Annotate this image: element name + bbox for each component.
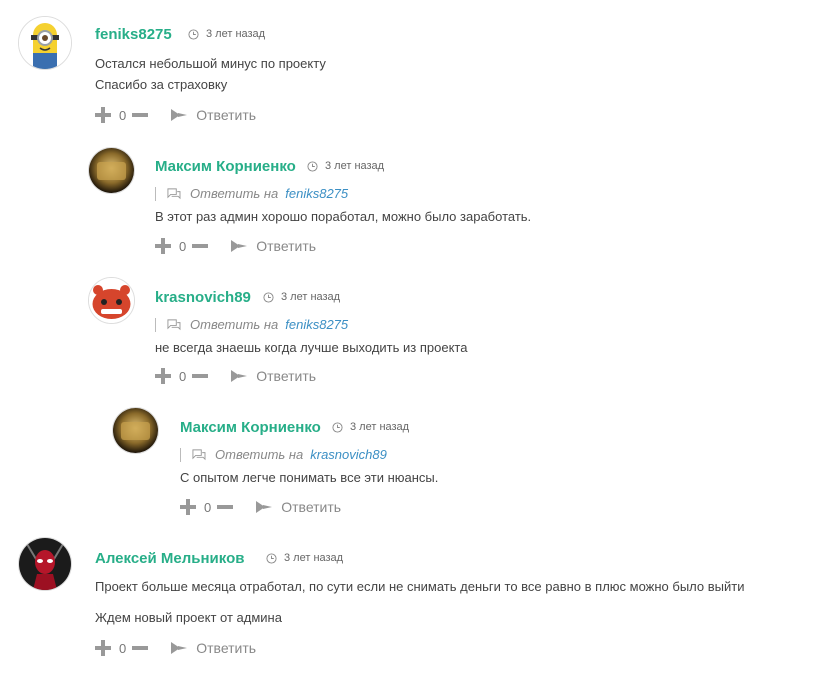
- reply-bubble-icon: [192, 449, 206, 461]
- comment-author[interactable]: Максим Корниенко: [180, 419, 321, 436]
- plus-icon[interactable]: [95, 107, 111, 123]
- avatar[interactable]: [18, 537, 72, 591]
- comment-actions: 0 Ответить: [180, 499, 341, 515]
- vote-count: 0: [179, 238, 187, 254]
- reply-button[interactable]: Ответить: [230, 238, 316, 254]
- reply-button[interactable]: Ответить: [230, 368, 316, 384]
- gold-avatar-icon: [89, 148, 134, 193]
- reply-to-author-link[interactable]: feniks8275: [285, 317, 348, 332]
- divider: [155, 186, 156, 201]
- minus-icon[interactable]: [217, 505, 234, 509]
- reply-to-label: Ответить на: [190, 317, 279, 332]
- reply-to-label: Ответить на: [190, 186, 279, 201]
- vote-count: 0: [119, 640, 127, 656]
- comment-actions: 0 Ответить: [155, 368, 316, 384]
- reply-label: Ответить: [196, 640, 257, 656]
- reply-bubble-icon: [167, 319, 181, 331]
- reply-to: Ответить на feniks8275: [155, 317, 348, 332]
- vote-count: 0: [204, 499, 212, 515]
- reply-bubble-icon: [167, 188, 181, 200]
- reply-arrow-icon: [231, 240, 248, 252]
- reply-to: Ответить на feniks8275: [155, 186, 348, 201]
- plus-icon[interactable]: [155, 238, 171, 254]
- clock-icon: [332, 421, 343, 433]
- avatar[interactable]: [18, 16, 72, 70]
- vote-count: 0: [179, 368, 187, 384]
- comment-time: 3 лет назад: [307, 160, 384, 172]
- reply-button[interactable]: Ответить: [255, 499, 341, 515]
- time-label: 3 лет назад: [284, 552, 344, 564]
- comment-time: 3 лет назад: [188, 28, 265, 40]
- time-label: 3 лет назад: [281, 291, 341, 303]
- reply-to: Ответить на krasnovich89: [180, 447, 387, 462]
- divider: [180, 447, 181, 462]
- gold-avatar-icon: [113, 408, 158, 453]
- minus-icon[interactable]: [132, 113, 149, 117]
- reply-arrow-icon: [231, 370, 248, 382]
- clock-icon: [307, 160, 318, 172]
- time-label: 3 лет назад: [325, 160, 385, 172]
- avatar[interactable]: [112, 407, 159, 454]
- time-label: 3 лет назад: [206, 28, 266, 40]
- plus-icon[interactable]: [155, 368, 171, 384]
- reply-label: Ответить: [196, 107, 257, 123]
- comment-text-line: Остался небольшой минус по проекту: [95, 56, 326, 71]
- reply-button[interactable]: Ответить: [170, 640, 256, 656]
- reply-to-author-link[interactable]: krasnovich89: [310, 447, 387, 462]
- comment-text-line: Проект больше месяца отработал, по сути …: [95, 579, 745, 594]
- reply-arrow-icon: [171, 642, 188, 654]
- comment-time: 3 лет назад: [332, 421, 409, 433]
- comment-text-line: Спасибо за страховку: [95, 77, 228, 92]
- reply-label: Ответить: [256, 368, 317, 384]
- minus-icon[interactable]: [192, 374, 209, 378]
- comment-time: 3 лет назад: [266, 552, 343, 564]
- red-panda-avatar-icon: [89, 278, 134, 323]
- divider: [155, 317, 156, 332]
- clock-icon: [263, 291, 274, 303]
- comment-text-line: С опытом легче понимать все эти нюансы.: [180, 470, 439, 485]
- minion-avatar-icon: [19, 17, 71, 69]
- deadpool-avatar-icon: [19, 538, 71, 590]
- reply-label: Ответить: [281, 499, 342, 515]
- comment-author[interactable]: feniks8275: [95, 26, 172, 43]
- avatar[interactable]: [88, 277, 135, 324]
- comment-text-line: Ждем новый проект от админа: [95, 610, 282, 625]
- comment-actions: 0 Ответить: [155, 238, 316, 254]
- reply-arrow-icon: [256, 501, 273, 513]
- reply-to-label: Ответить на: [215, 447, 304, 462]
- comment-author[interactable]: Алексей Мельников: [95, 550, 244, 567]
- clock-icon: [188, 28, 199, 40]
- comment-author[interactable]: krasnovich89: [155, 289, 251, 306]
- comment-text-line: не всегда знаешь когда лучше выходить из…: [155, 340, 468, 355]
- comment-actions: 0 Ответить: [95, 640, 256, 656]
- reply-button[interactable]: Ответить: [170, 107, 256, 123]
- comment-actions: 0 Ответить: [95, 107, 256, 123]
- clock-icon: [266, 552, 277, 564]
- minus-icon[interactable]: [192, 244, 209, 248]
- comment-author[interactable]: Максим Корниенко: [155, 158, 296, 175]
- comment-text-line: В этот раз админ хорошо поработал, можно…: [155, 209, 532, 224]
- avatar[interactable]: [88, 147, 135, 194]
- reply-to-author-link[interactable]: feniks8275: [285, 186, 348, 201]
- minus-icon[interactable]: [132, 646, 149, 650]
- time-label: 3 лет назад: [350, 421, 410, 433]
- reply-label: Ответить: [256, 238, 317, 254]
- reply-arrow-icon: [171, 109, 188, 121]
- plus-icon[interactable]: [95, 640, 111, 656]
- comment-time: 3 лет назад: [263, 291, 340, 303]
- vote-count: 0: [119, 107, 127, 123]
- plus-icon[interactable]: [180, 499, 196, 515]
